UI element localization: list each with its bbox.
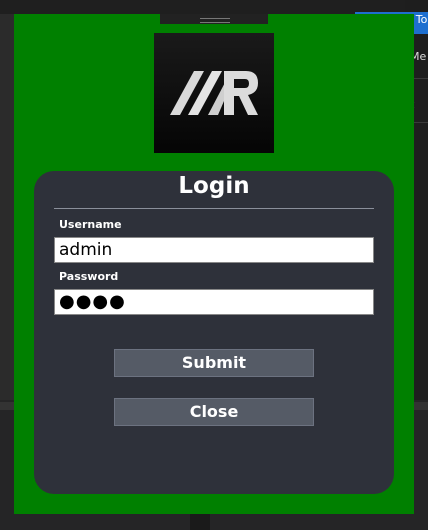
drag-handle[interactable] [160,14,268,24]
username-field[interactable]: admin [54,237,374,263]
login-title: Login [178,173,250,199]
app-logo [154,33,274,153]
submit-button[interactable]: Submit [114,349,314,377]
title-divider [54,208,374,209]
password-field[interactable]: ●●●● [54,289,374,315]
login-card: Login Username admin Password ●●●● Submi… [34,171,394,494]
mr-logo-icon [154,33,274,153]
grip-icon [200,18,230,23]
background-bottom-block [190,512,210,530]
close-button[interactable]: Close [114,398,314,426]
login-window: Login Username admin Password ●●●● Submi… [14,14,414,514]
username-label: Username [59,218,122,231]
password-label: Password [59,270,119,283]
